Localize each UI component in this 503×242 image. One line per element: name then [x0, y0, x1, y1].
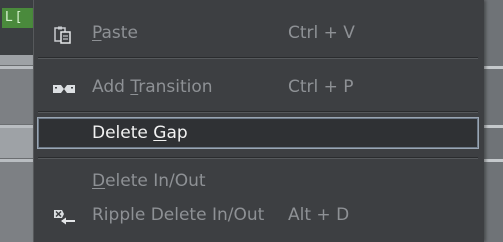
menu-item-shortcut: Alt + D — [288, 205, 350, 225]
menu-item-add-transition[interactable]: Add Transition Ctrl + P — [34, 72, 484, 102]
menu-item-label: Add Transition — [92, 77, 213, 97]
menu-item-shortcut: Ctrl + V — [288, 23, 355, 43]
menu-item-delete-in-out[interactable]: Delete In/Out — [34, 166, 484, 196]
timeline-right-edge — [483, 0, 503, 242]
menu-separator — [38, 111, 478, 113]
transition-icon — [52, 78, 76, 96]
menu-separator — [38, 57, 478, 59]
context-menu: Paste Ctrl + V Add Transition Ctrl + P D… — [33, 0, 484, 242]
menu-item-ripple-delete-in-out[interactable]: Ripple Delete In/Out Alt + D — [34, 200, 484, 230]
ripple-delete-icon — [52, 206, 76, 225]
menu-item-label: Ripple Delete In/Out — [92, 205, 265, 225]
menu-item-shortcut: Ctrl + P — [288, 77, 354, 97]
menu-item-label: Paste — [92, 23, 138, 43]
menu-item-delete-gap[interactable]: Delete Gap — [37, 117, 479, 149]
menu-item-label: Delete Gap — [92, 123, 188, 143]
menu-item-label: Delete In/Out — [92, 171, 206, 191]
menu-item-paste[interactable]: Paste Ctrl + V — [34, 18, 484, 48]
menu-separator — [38, 157, 478, 159]
paste-icon — [52, 24, 76, 44]
